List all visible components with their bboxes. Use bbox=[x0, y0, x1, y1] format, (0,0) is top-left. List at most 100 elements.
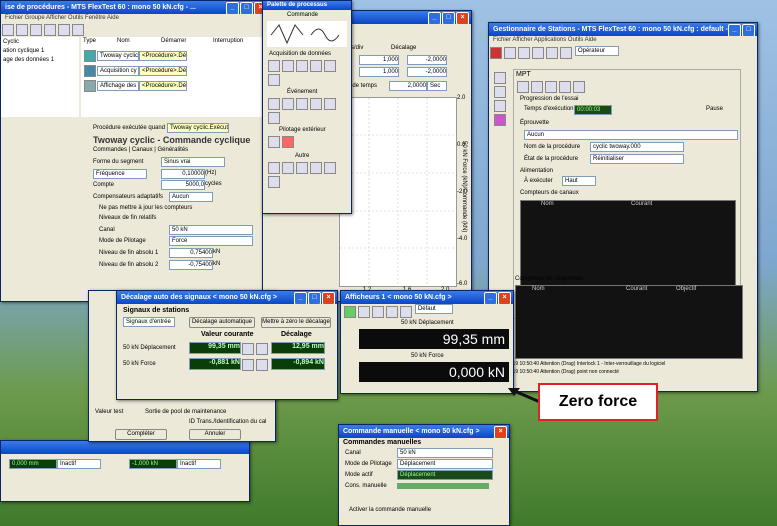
offset-2[interactable]: -2,0000 bbox=[407, 67, 447, 77]
lock-icon[interactable] bbox=[573, 81, 585, 93]
exec-value[interactable]: Twoway cyclic.Exécuté bbox=[167, 123, 229, 133]
form-field[interactable]: 5000,0 bbox=[161, 180, 205, 190]
play-icon[interactable] bbox=[344, 306, 356, 319]
close-button[interactable]: × bbox=[456, 12, 469, 24]
enable-manual-checkbox[interactable]: Activer la commande manuelle bbox=[349, 507, 431, 513]
mode-select[interactable]: Défaut bbox=[414, 304, 453, 314]
event-icon[interactable] bbox=[268, 98, 280, 110]
row-start[interactable]: <Procédure>.Dém bbox=[139, 51, 187, 61]
pause-icon[interactable] bbox=[531, 81, 543, 93]
form-field[interactable]: 0,10000 bbox=[161, 169, 205, 179]
offset-1[interactable]: -2,0000 bbox=[407, 55, 447, 65]
clear-icon[interactable] bbox=[256, 359, 268, 371]
form-field[interactable]: Aucun bbox=[169, 192, 213, 202]
acquisition-icon[interactable] bbox=[310, 60, 322, 72]
form-checkbox[interactable]: Ne pas mettre à jour les compteurs bbox=[99, 205, 192, 211]
form-checkbox[interactable]: Niveaux de fin relatifs bbox=[99, 215, 156, 221]
minimize-button[interactable]: _ bbox=[226, 2, 239, 14]
event-icon[interactable] bbox=[282, 98, 294, 110]
minimize-button[interactable]: _ bbox=[428, 12, 441, 24]
table-row[interactable]: Twoway cyclic <Procédure>.Dém bbox=[83, 49, 187, 63]
pause-checkbox[interactable]: Pause bbox=[706, 106, 723, 112]
other-icon[interactable] bbox=[268, 176, 280, 188]
other-icon[interactable] bbox=[310, 162, 322, 174]
tree-item[interactable]: Cyclic bbox=[3, 39, 19, 45]
acquisition-icon[interactable] bbox=[268, 74, 280, 86]
maximize-button[interactable]: □ bbox=[442, 12, 455, 24]
maximize-button[interactable]: □ bbox=[742, 24, 755, 36]
form-field[interactable]: 50 kN bbox=[169, 225, 253, 235]
waveform-icons[interactable] bbox=[267, 21, 347, 47]
minimize-button[interactable]: _ bbox=[484, 292, 497, 304]
form-field[interactable]: 0,75400 bbox=[169, 248, 213, 258]
reset-icon[interactable] bbox=[372, 306, 384, 319]
station-icon[interactable] bbox=[494, 100, 506, 112]
station-icon[interactable] bbox=[494, 86, 506, 98]
other-icon[interactable] bbox=[268, 162, 280, 174]
complete-button[interactable]: Compléter bbox=[115, 429, 167, 440]
open-icon[interactable] bbox=[504, 47, 516, 60]
help-icon[interactable] bbox=[72, 24, 84, 36]
units-per-div-2[interactable]: 1,000 bbox=[359, 67, 399, 77]
channel-select[interactable]: 50 kN bbox=[397, 448, 493, 458]
open-icon[interactable] bbox=[16, 24, 28, 36]
acquisition-icon[interactable] bbox=[282, 60, 294, 72]
maximize-button[interactable]: □ bbox=[308, 292, 321, 304]
step-icon[interactable] bbox=[358, 306, 370, 319]
tree-item[interactable]: age des données 1 bbox=[3, 57, 54, 63]
print-icon[interactable] bbox=[532, 47, 544, 60]
event-icon[interactable] bbox=[310, 98, 322, 110]
other-icon[interactable] bbox=[324, 162, 336, 174]
maximize-button[interactable]: □ bbox=[240, 2, 253, 14]
acquisition-icon[interactable] bbox=[296, 60, 308, 72]
test-value-checkbox[interactable]: Valeur test bbox=[95, 409, 123, 415]
timebase-field[interactable]: 2,0000 bbox=[389, 81, 427, 91]
reset-icon[interactable] bbox=[560, 47, 572, 60]
table-row[interactable]: Acquisition cy <Procédure>.Dém bbox=[83, 64, 187, 78]
close-button[interactable]: × bbox=[494, 426, 507, 438]
units-per-div-1[interactable]: 1,000 bbox=[359, 55, 399, 65]
event-icon[interactable] bbox=[324, 98, 336, 110]
essai-select[interactable]: Aucun bbox=[524, 130, 738, 140]
mode-select[interactable]: Déplacement bbox=[397, 459, 493, 469]
close-button[interactable]: × bbox=[322, 292, 335, 304]
event-icon[interactable] bbox=[268, 112, 280, 124]
form-field[interactable]: Fréquence bbox=[93, 169, 147, 179]
tree-item[interactable]: ation cyclique 1 bbox=[3, 48, 44, 54]
station-icon[interactable] bbox=[494, 72, 506, 84]
minimize-button[interactable]: _ bbox=[728, 24, 741, 36]
add-icon[interactable] bbox=[400, 306, 412, 319]
form-field[interactable]: Sinus vrai bbox=[161, 157, 225, 167]
operator-select[interactable]: Opérateur bbox=[574, 46, 619, 56]
apply-icon[interactable] bbox=[242, 343, 254, 355]
acquisition-icon[interactable] bbox=[324, 60, 336, 72]
save-icon[interactable] bbox=[518, 47, 530, 60]
station-icon[interactable] bbox=[494, 114, 506, 126]
stop-icon[interactable] bbox=[58, 24, 70, 36]
layout-icon[interactable] bbox=[386, 306, 398, 319]
external-icon[interactable] bbox=[268, 136, 280, 148]
minimize-button[interactable]: _ bbox=[294, 292, 307, 304]
other-icon[interactable] bbox=[296, 162, 308, 174]
signal-select[interactable]: Signaux d'entrée bbox=[123, 317, 175, 327]
settings-icon[interactable] bbox=[546, 47, 558, 60]
auto-offset-button[interactable]: Décalage automatique bbox=[189, 317, 255, 328]
timebase-unit[interactable]: Sec bbox=[427, 81, 447, 91]
row-start[interactable]: <Procédure>.Dém bbox=[139, 81, 187, 91]
section-tabs[interactable]: Commandes | Canaux | Généralités bbox=[93, 147, 188, 153]
close-button[interactable]: × bbox=[498, 292, 511, 304]
form-field[interactable]: -0,75400 bbox=[169, 260, 213, 270]
form-label[interactable]: Compte bbox=[93, 182, 114, 188]
cancel-button[interactable]: Annuler bbox=[189, 429, 241, 440]
stop-icon[interactable] bbox=[545, 81, 557, 93]
save-icon[interactable] bbox=[30, 24, 42, 36]
acquisition-icon[interactable] bbox=[268, 60, 280, 72]
play-icon[interactable] bbox=[517, 81, 529, 93]
reset-icon[interactable] bbox=[559, 81, 571, 93]
event-icon[interactable] bbox=[296, 98, 308, 110]
thermometer-icon[interactable] bbox=[282, 136, 294, 148]
form-field[interactable]: Force bbox=[169, 236, 253, 246]
clear-icon[interactable] bbox=[256, 343, 268, 355]
table-row[interactable]: Affichage des <Procédure>.Dém bbox=[83, 79, 187, 93]
scope-plot[interactable] bbox=[339, 97, 457, 287]
